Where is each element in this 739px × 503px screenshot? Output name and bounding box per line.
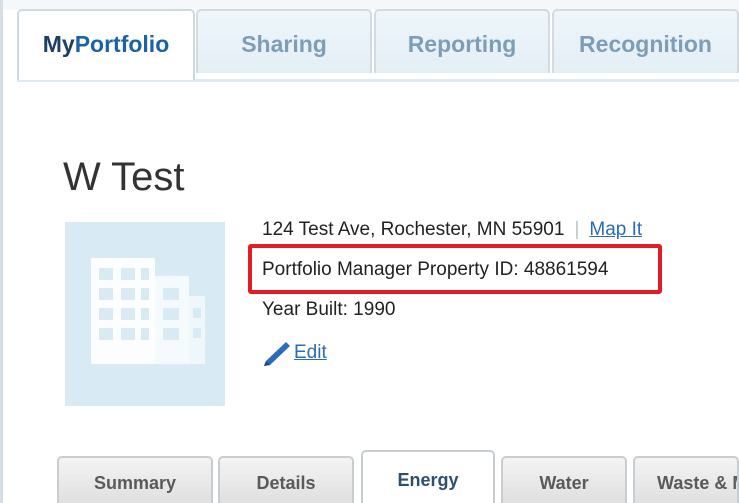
subtab-waste-materials[interactable]: Waste & Materials	[633, 456, 739, 503]
tab-myportfolio[interactable]: MyPortfolio	[17, 9, 195, 80]
subtab-waste-materials-label: Waste & Materials	[657, 473, 737, 493]
tab-sharing-label: Sharing	[241, 31, 327, 57]
tab-sharing[interactable]: Sharing	[196, 9, 372, 73]
year-built: Year Built: 1990	[262, 299, 396, 320]
address-line: 124 Test Ave, Rochester, MN 55901 | Map It	[262, 218, 642, 242]
map-it-link[interactable]: Map It	[589, 219, 642, 240]
edit-button[interactable]: Edit	[262, 340, 327, 368]
left-border	[0, 0, 3, 503]
subtab-water[interactable]: Water	[501, 456, 627, 503]
portfolio-manager-page: MyPortfolio Sharing Reporting Recognitio…	[0, 0, 739, 503]
subtab-energy[interactable]: Energy	[361, 450, 495, 503]
subtab-water-label: Water	[539, 473, 589, 493]
tab-myportfolio-label: Portfolio	[74, 31, 170, 57]
pencil-icon	[264, 342, 290, 366]
address-separator: |	[574, 219, 580, 240]
subtab-summary[interactable]: Summary	[57, 456, 213, 503]
main-tab-bar: MyPortfolio Sharing Reporting Recognitio…	[17, 9, 739, 82]
tab-recognition[interactable]: Recognition	[552, 9, 739, 73]
edit-label: Edit	[294, 342, 327, 363]
building-icon	[91, 258, 205, 364]
tab-myportfolio-prefix: My	[42, 31, 75, 57]
subtab-energy-label: Energy	[397, 470, 459, 490]
subtab-summary-label: Summary	[93, 473, 177, 493]
property-thumbnail	[65, 222, 225, 406]
tab-recognition-label: Recognition	[579, 31, 712, 57]
subtab-details[interactable]: Details	[218, 456, 354, 503]
tab-reporting-label: Reporting	[407, 31, 517, 57]
subtab-details-label: Details	[256, 473, 316, 493]
property-address: 124 Test Ave, Rochester, MN 55901	[262, 219, 565, 240]
tab-reporting[interactable]: Reporting	[374, 9, 550, 73]
property-name: W Test	[63, 155, 185, 199]
highlight-box	[248, 244, 662, 294]
property-sub-tab-bar: Summary Details Energy Water Waste & Mat…	[47, 450, 739, 503]
